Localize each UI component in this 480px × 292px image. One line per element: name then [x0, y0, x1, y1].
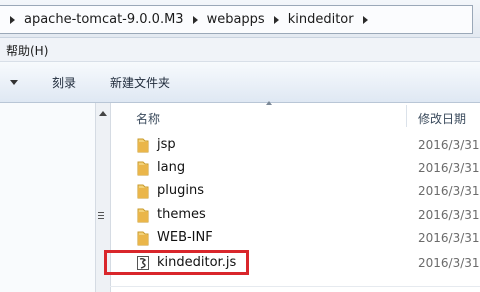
column-header-name[interactable]: 名称: [136, 110, 160, 127]
menu-bar: 帮助(H): [0, 38, 480, 62]
folder-icon: [137, 161, 149, 176]
file-date: 2016/3/31: [418, 256, 480, 270]
breadcrumb-item[interactable]: webapps: [204, 12, 268, 27]
folder-icon: [137, 138, 149, 153]
file-name: WEB-INF: [157, 230, 213, 245]
file-name: lang: [157, 160, 186, 175]
folder-icon: [137, 231, 149, 246]
command-bar: 刻录 新建文件夹: [0, 62, 480, 103]
breadcrumb-item[interactable]: apache-tomcat-9.0.0.M3: [21, 12, 187, 27]
column-divider[interactable]: [406, 105, 407, 127]
file-row[interactable]: themes 2016/3/31: [110, 204, 480, 227]
file-date: 2016/3/31: [418, 231, 480, 245]
divider: [110, 286, 480, 287]
breadcrumb: apache-tomcat-9.0.0.M3 webapps kindedito…: [4, 12, 374, 27]
column-header: 名称 修改日期: [110, 101, 480, 130]
breadcrumb-separator-icon[interactable]: [273, 15, 279, 24]
column-header-date[interactable]: 修改日期: [418, 110, 466, 127]
file-row[interactable]: lang 2016/3/31: [110, 157, 480, 180]
file-row[interactable]: plugins 2016/3/31: [110, 180, 480, 203]
new-folder-button[interactable]: 新建文件夹: [110, 74, 170, 91]
burn-button[interactable]: 刻录: [52, 74, 76, 91]
file-date: 2016/3/31: [418, 208, 480, 222]
scroll-up-arrow-icon[interactable]: [99, 111, 107, 116]
file-row[interactable]: WEB-INF 2016/3/31: [110, 227, 480, 250]
sort-indicator-icon: [266, 101, 272, 105]
file-date: 2016/3/31: [418, 184, 480, 198]
menu-help[interactable]: 帮助(H): [6, 42, 48, 59]
resize-grip-icon[interactable]: [98, 212, 104, 219]
file-name: jsp: [157, 137, 176, 152]
file-date: 2016/3/31: [418, 138, 480, 152]
folder-icon: [137, 208, 149, 223]
folder-icon: [137, 184, 149, 199]
address-bar[interactable]: apache-tomcat-9.0.0.M3 webapps kindedito…: [0, 0, 480, 38]
file-name: themes: [157, 207, 206, 222]
file-date: 2016/3/31: [418, 161, 480, 175]
file-name: plugins: [157, 183, 204, 198]
navigation-pane[interactable]: [0, 103, 95, 292]
file-row[interactable]: jsp 2016/3/31: [110, 134, 480, 157]
breadcrumb-separator-icon[interactable]: [362, 15, 368, 24]
highlight-annotation: [104, 250, 249, 275]
breadcrumb-item[interactable]: kindeditor: [285, 12, 357, 27]
address-box[interactable]: apache-tomcat-9.0.0.M3 webapps kindedito…: [0, 5, 473, 34]
breadcrumb-separator-icon[interactable]: [192, 15, 198, 24]
breadcrumb-separator-icon[interactable]: [10, 15, 15, 24]
dropdown-arrow-icon[interactable]: [10, 80, 18, 85]
